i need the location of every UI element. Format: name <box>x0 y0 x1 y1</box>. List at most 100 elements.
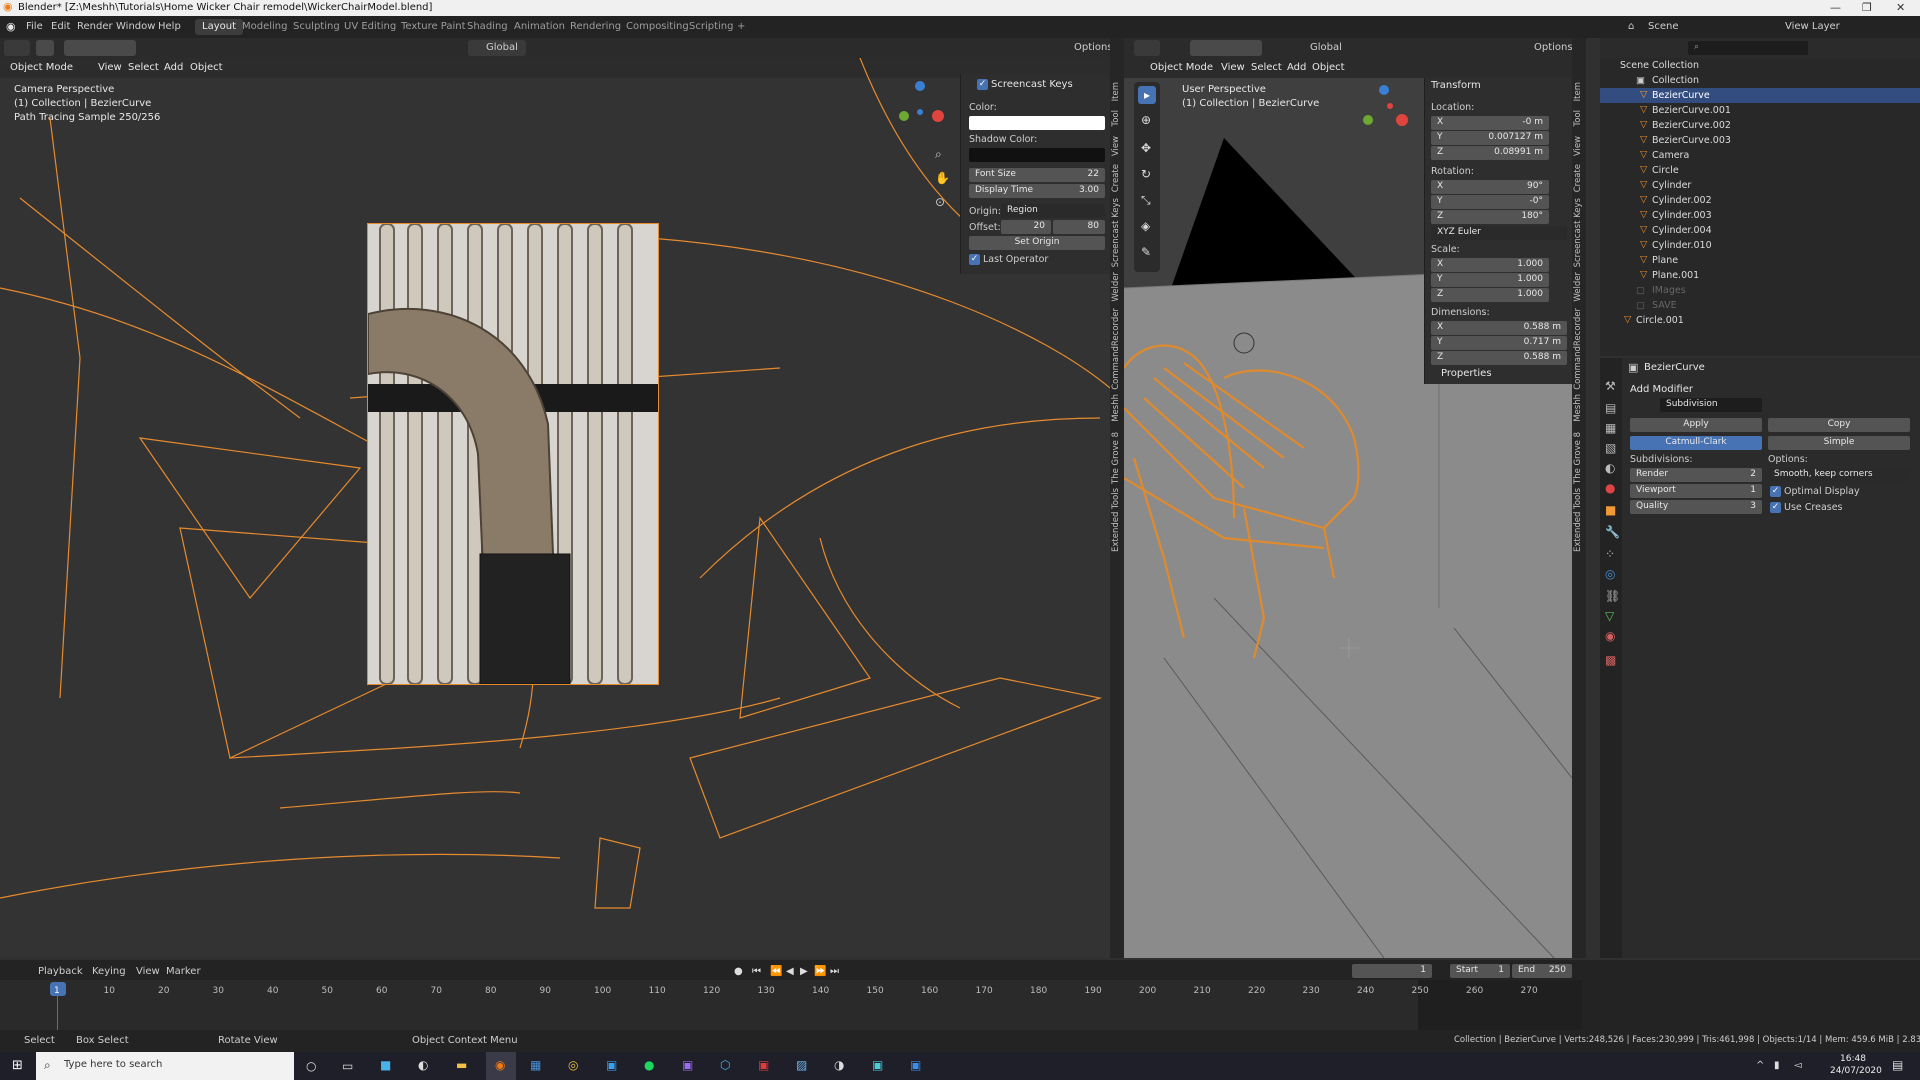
windows-start-icon[interactable]: ⊞ <box>12 1059 23 1072</box>
right-menu-select[interactable]: Select <box>1251 62 1282 73</box>
add-workspace-button[interactable]: + <box>730 19 752 35</box>
right-tab-screencast-keys[interactable]: Screencast Keys <box>1573 198 1583 267</box>
last-operator-checkbox[interactable]: ✓ <box>969 254 980 265</box>
right-tab-the-grove[interactable]: The Grove 8 <box>1573 432 1583 484</box>
menu-help[interactable]: Help <box>158 21 181 32</box>
photoshop-icon[interactable]: ▣ <box>606 1059 617 1071</box>
app-icon[interactable]: ■ <box>380 1059 391 1071</box>
blender-menu-icon[interactable]: ◉ <box>6 21 16 33</box>
rotation-z-field[interactable]: Z 180° <box>1431 210 1549 224</box>
add-modifier-dropdown[interactable]: Add Modifier <box>1630 384 1693 395</box>
outliner-search-input[interactable]: ⌕ <box>1688 41 1808 55</box>
outliner-row[interactable]: ▽ Camera <box>1600 148 1920 163</box>
outliner-row[interactable]: ▽ Cylinder <box>1600 178 1920 193</box>
outliner-row[interactable]: ▽ Cylinder.002 <box>1600 193 1920 208</box>
rotate-tool-icon[interactable]: ↻ <box>1141 168 1151 180</box>
display-time-field[interactable]: Display Time 3.00 <box>969 184 1105 198</box>
tab-meshh[interactable]: Meshh <box>1111 394 1121 422</box>
color-field[interactable] <box>969 116 1105 130</box>
outliner-row[interactable]: ▽ Cylinder.003 <box>1600 208 1920 223</box>
outliner-row[interactable]: ▽ BezierCurve.001 <box>1600 103 1920 118</box>
outliner-row[interactable]: ▽ Cylinder.004 <box>1600 223 1920 238</box>
zoom-icon[interactable]: ⌕ <box>935 148 942 160</box>
chrome-icon[interactable]: ◎ <box>568 1059 578 1071</box>
dimension-x-field[interactable]: X 0.588 m <box>1431 321 1567 335</box>
shadow-color-field[interactable] <box>969 148 1105 162</box>
restore-icon[interactable]: ❐ <box>1862 1 1872 14</box>
menu-render[interactable]: Render <box>77 21 113 32</box>
minimize-icon[interactable]: — <box>1830 1 1841 14</box>
blender-taskbar-button[interactable]: ◉ <box>486 1052 516 1080</box>
particles-tab-icon[interactable]: ⁘ <box>1605 548 1615 560</box>
scale-y-field[interactable]: Y 1.000 <box>1431 273 1549 287</box>
app-icon[interactable]: ◐ <box>418 1059 428 1071</box>
tab-create[interactable]: Create <box>1111 164 1121 192</box>
left-navigation-gizmo[interactable] <box>890 78 950 138</box>
right-tab-extended-tools[interactable]: Extended Tools <box>1573 488 1583 552</box>
tab-extended-tools[interactable]: Extended Tools <box>1111 488 1121 552</box>
right-tab-meshh[interactable]: Meshh <box>1573 394 1583 422</box>
outliner-row[interactable]: ▽ Cylinder.010 <box>1600 238 1920 253</box>
premiere-icon[interactable]: ▣ <box>682 1059 693 1071</box>
set-origin-button[interactable]: Set Origin <box>969 236 1105 250</box>
notification-icon[interactable]: ▤ <box>1892 1059 1903 1071</box>
right-menu-view[interactable]: View <box>1221 62 1245 73</box>
tray-arrow-icon[interactable]: ^ <box>1756 1060 1764 1072</box>
catmull-clark-button[interactable]: Catmull-Clark <box>1630 436 1762 450</box>
outliner-row[interactable]: ▽ Plane.001 <box>1600 268 1920 283</box>
right-navigation-gizmo[interactable] <box>1354 82 1414 142</box>
optimal-display-checkbox[interactable]: ✓ <box>1770 486 1781 497</box>
tab-welder[interactable]: Welder <box>1111 272 1121 302</box>
location-x-field[interactable]: X -0 m <box>1431 116 1549 130</box>
outliner-row[interactable]: ▢ IMages <box>1600 283 1920 298</box>
transform-tool-icon[interactable]: ◈ <box>1141 220 1150 232</box>
annotate-tool-icon[interactable]: ✎ <box>1141 246 1151 258</box>
world-tab-icon[interactable]: ● <box>1605 482 1615 494</box>
select-box-tool-icon[interactable]: ▸ <box>1138 86 1156 104</box>
move-tool-icon[interactable]: ✥ <box>1141 142 1151 154</box>
editor-type-button[interactable] <box>4 40 30 56</box>
pan-hand-icon[interactable]: ✋ <box>935 172 950 184</box>
modifier-tab-icon[interactable]: 🔧 <box>1605 526 1620 538</box>
constraints-tab-icon[interactable]: ⛓ <box>1605 590 1620 602</box>
origin-dropdown[interactable]: Region <box>1001 204 1105 218</box>
outliner-row[interactable]: ▽ BezierCurve.002 <box>1600 118 1920 133</box>
simple-button[interactable]: Simple <box>1768 436 1910 450</box>
right-tab-item[interactable]: Item <box>1573 82 1583 101</box>
right-tab-view[interactable]: View <box>1573 136 1583 156</box>
close-icon[interactable]: ✕ <box>1896 1 1905 14</box>
tab-screencast-keys[interactable]: Screencast Keys <box>1111 198 1121 267</box>
outliner-row[interactable]: ▣ Collection <box>1600 73 1920 88</box>
outliner-row[interactable]: ▽ BezierCurve <box>1600 88 1920 103</box>
scene-selector[interactable]: Scene <box>1648 21 1679 32</box>
calculator-icon[interactable]: ▦ <box>530 1059 541 1071</box>
location-y-field[interactable]: Y 0.007127 m <box>1431 131 1549 145</box>
apply-button[interactable]: Apply <box>1630 418 1762 432</box>
menu-edit[interactable]: Edit <box>51 21 70 32</box>
modifier-name-field[interactable]: Subdivision <box>1660 398 1762 412</box>
scale-z-field[interactable]: Z 1.000 <box>1431 288 1549 302</box>
camera-view-icon[interactable]: ⊙ <box>935 196 945 208</box>
offset-y-field[interactable]: 80 <box>1053 220 1105 234</box>
tab-item[interactable]: Item <box>1111 82 1121 101</box>
app-icon[interactable]: ⬡ <box>720 1059 730 1071</box>
outliner-row[interactable]: ▽ Circle <box>1600 163 1920 178</box>
volume-icon[interactable]: ◅ <box>1794 1060 1802 1072</box>
tab-the-grove[interactable]: The Grove 8 <box>1111 432 1121 484</box>
right-tab-commandrecorder[interactable]: CommandRecorder <box>1573 308 1583 390</box>
cortana-icon[interactable]: ○ <box>306 1060 316 1072</box>
tab-tool[interactable]: Tool <box>1111 110 1121 127</box>
view-layer-tab-icon[interactable]: ▧ <box>1605 442 1616 454</box>
right-tab-create[interactable]: Create <box>1573 164 1583 192</box>
data-tab-icon[interactable]: ▽ <box>1605 610 1614 622</box>
screencast-enable-checkbox[interactable]: ✓ <box>977 79 988 90</box>
scene-tab-icon[interactable]: ◐ <box>1605 462 1615 474</box>
euler-dropdown[interactable]: XYZ Euler <box>1431 226 1567 240</box>
output-tab-icon[interactable]: ▦ <box>1605 422 1616 434</box>
spotify-icon[interactable]: ● <box>644 1059 654 1071</box>
dimension-y-field[interactable]: Y 0.717 m <box>1431 336 1567 350</box>
rotation-y-field[interactable]: Y -0° <box>1431 195 1549 209</box>
acrobat-icon[interactable]: ▣ <box>758 1059 769 1071</box>
menu-file[interactable]: File <box>26 21 43 32</box>
properties-panel-header[interactable]: Properties <box>1424 366 1572 384</box>
